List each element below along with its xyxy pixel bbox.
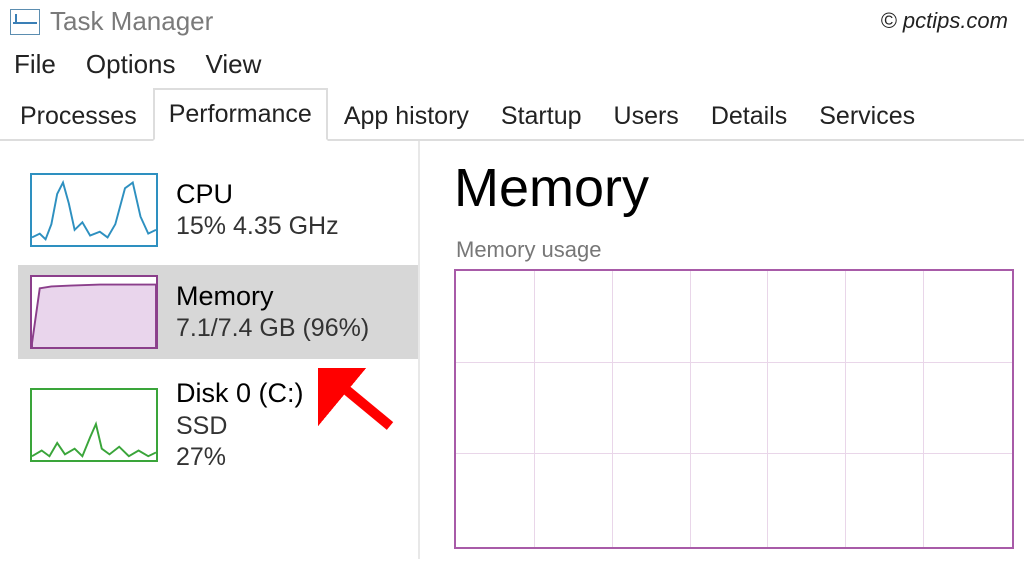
disk-title: Disk 0 (C:) [176, 377, 304, 411]
tab-users[interactable]: Users [598, 90, 695, 141]
content-area: CPU 15% 4.35 GHz Memory 7.1/7.4 GB (96%) [0, 141, 1024, 559]
memory-thumbnail-icon [30, 275, 158, 349]
disk-text: Disk 0 (C:) SSD 27% [176, 377, 304, 473]
memory-text: Memory 7.1/7.4 GB (96%) [176, 280, 369, 345]
cpu-thumbnail-icon [30, 173, 158, 247]
cpu-text: CPU 15% 4.35 GHz [176, 178, 339, 243]
memory-sub: 7.1/7.4 GB (96%) [176, 313, 369, 344]
window-title: Task Manager [50, 6, 213, 37]
tab-details[interactable]: Details [695, 90, 803, 141]
cpu-sub: 15% 4.35 GHz [176, 211, 339, 242]
chart-label: Memory usage [456, 237, 1024, 263]
sidebar-item-disk0[interactable]: Disk 0 (C:) SSD 27% [18, 367, 418, 483]
tab-bar: Processes Performance App history Startu… [0, 88, 1024, 141]
menu-options[interactable]: Options [86, 49, 176, 80]
tab-app-history[interactable]: App history [328, 90, 485, 141]
performance-sidebar: CPU 15% 4.35 GHz Memory 7.1/7.4 GB (96%) [0, 141, 420, 559]
cpu-title: CPU [176, 178, 339, 212]
watermark: © pctips.com [881, 8, 1008, 34]
tab-performance[interactable]: Performance [153, 88, 328, 141]
disk-thumbnail-icon [30, 388, 158, 462]
memory-usage-chart [454, 269, 1014, 549]
tab-processes[interactable]: Processes [4, 90, 153, 141]
menu-view[interactable]: View [206, 49, 262, 80]
disk-sub1: SSD [176, 411, 304, 442]
memory-title: Memory [176, 280, 369, 314]
sidebar-item-memory[interactable]: Memory 7.1/7.4 GB (96%) [18, 265, 418, 359]
task-manager-icon [10, 9, 40, 35]
tab-services[interactable]: Services [803, 90, 931, 141]
main-title: Memory [454, 157, 1024, 219]
title-bar: Task Manager [0, 0, 1024, 39]
menu-file[interactable]: File [14, 49, 56, 80]
sidebar-item-cpu[interactable]: CPU 15% 4.35 GHz [18, 163, 418, 257]
tab-startup[interactable]: Startup [485, 90, 598, 141]
disk-sub2: 27% [176, 442, 304, 473]
main-panel: Memory Memory usage [420, 141, 1024, 559]
menu-bar: File Options View [0, 39, 1024, 88]
